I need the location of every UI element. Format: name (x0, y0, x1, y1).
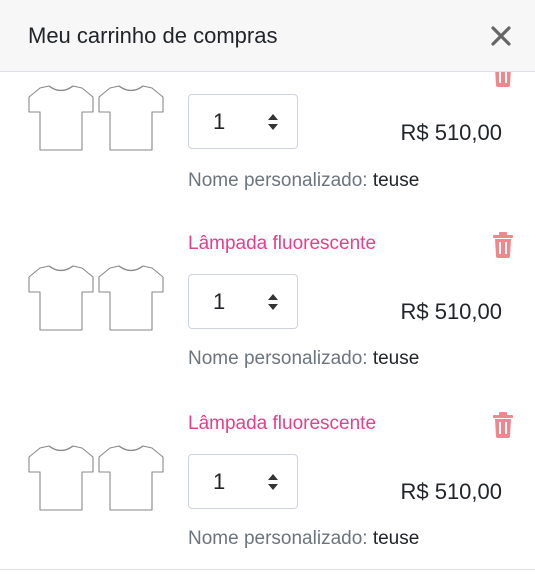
divider (0, 569, 535, 570)
quantity-value: 1 (213, 469, 226, 494)
quantity-value: 1 (213, 109, 226, 134)
spinner-arrows-icon[interactable] (267, 292, 279, 312)
tshirt-icon (28, 445, 164, 511)
spinner-arrows-icon[interactable] (267, 112, 279, 132)
tshirt-icon (28, 265, 164, 331)
custom-name-line: Nome personalizado: teuse (188, 528, 419, 550)
quantity-stepper[interactable]: 1 (188, 454, 298, 509)
product-name[interactable]: Lâmpada fluorescente (188, 413, 376, 435)
close-button[interactable] (489, 24, 513, 48)
item-price: R$ 510,00 (400, 479, 502, 504)
spinner-arrows-icon[interactable] (267, 472, 279, 492)
custom-name-line: Nome personalizado: teuse (188, 170, 419, 192)
quantity-stepper[interactable]: 1 (188, 94, 298, 149)
cart-item: Lâmpada fluorescente 1 R$ 510,00 Nome pe… (0, 230, 535, 410)
trash-icon[interactable] (491, 72, 515, 87)
quantity-stepper[interactable]: 1 (188, 274, 298, 329)
quantity-value: 1 (213, 289, 226, 314)
cart-item: 1 R$ 510,00 Nome personalizado: teuse (0, 72, 535, 191)
custom-name-value: teuse (372, 348, 420, 369)
custom-name-line: Nome personalizado: teuse (188, 348, 419, 370)
custom-name-value: teuse (372, 528, 420, 549)
trash-icon[interactable] (491, 412, 515, 438)
item-price: R$ 510,00 (400, 120, 502, 145)
custom-name-label: Nome personalizado: (188, 348, 368, 369)
custom-name-label: Nome personalizado: (188, 528, 368, 549)
cart-item: Lâmpada fluorescente 1 R$ 510,00 Nome pe… (0, 410, 535, 570)
close-icon (491, 26, 511, 46)
tshirt-icon (28, 85, 164, 151)
product-name[interactable]: Lâmpada fluorescente (188, 233, 376, 255)
trash-icon[interactable] (491, 232, 515, 258)
cart-title: Meu carrinho de compras (28, 23, 278, 48)
cart-header: Meu carrinho de compras (0, 0, 535, 72)
custom-name-label: Nome personalizado: (188, 170, 368, 191)
cart-item-list[interactable]: 1 R$ 510,00 Nome personalizado: teuse Lâ… (0, 72, 535, 570)
custom-name-value: teuse (372, 170, 420, 191)
item-price: R$ 510,00 (400, 299, 502, 324)
